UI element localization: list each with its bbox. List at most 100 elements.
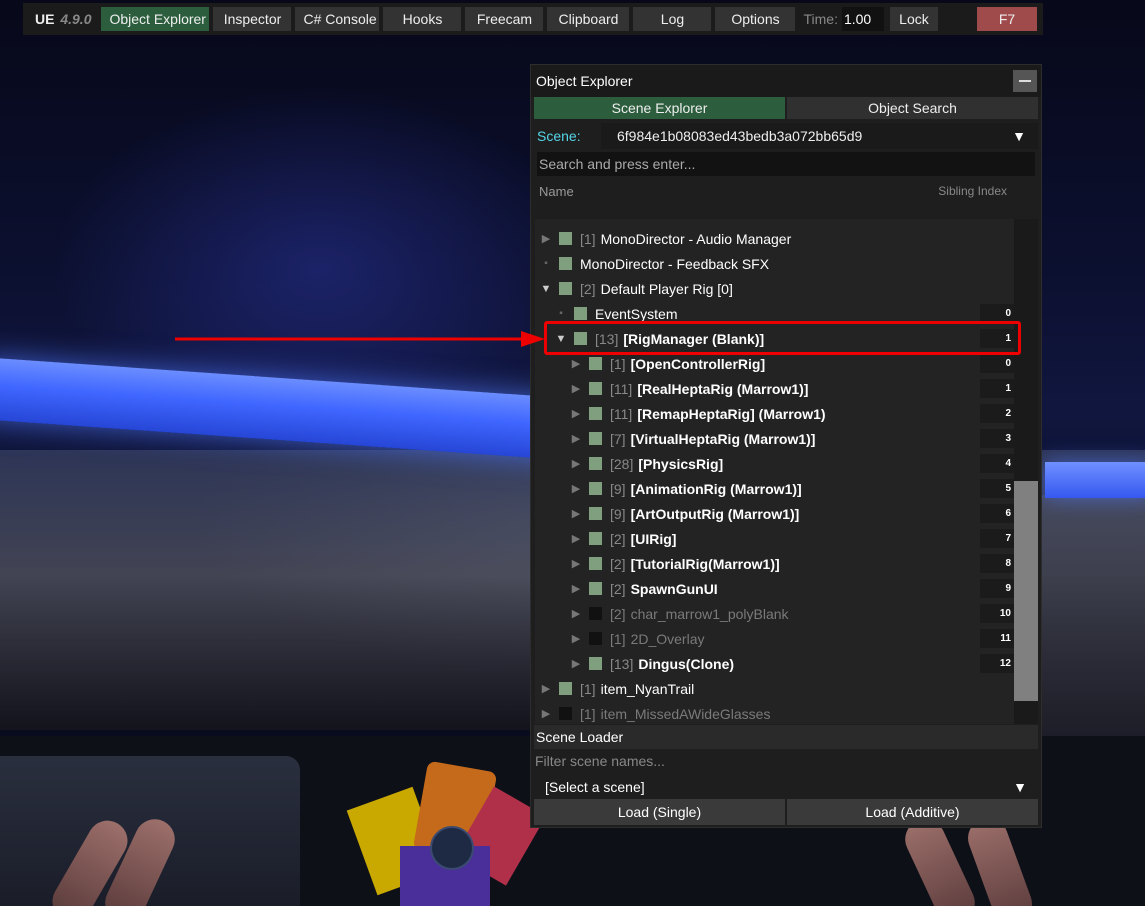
sibling-index-input[interactable]: 3	[980, 429, 1014, 448]
collapsed-arrow-icon[interactable]: ▶	[539, 682, 553, 695]
object-name-label: [PhysicsRig]	[638, 455, 724, 472]
collapsed-arrow-icon[interactable]: ▶	[569, 457, 583, 470]
object-name-label: SpawnGunUI	[630, 580, 718, 597]
active-toggle-checkbox[interactable]	[574, 307, 587, 320]
load-additive-button[interactable]: Load (Additive)	[787, 799, 1038, 825]
load-buttons: Load (Single) Load (Additive)	[534, 799, 1038, 825]
active-toggle-checkbox[interactable]	[589, 557, 602, 570]
collapsed-arrow-icon[interactable]: ▶	[539, 707, 553, 720]
active-toggle-checkbox[interactable]	[589, 632, 602, 645]
tree-row[interactable]: ▶ [9] [ArtOutputRig (Marrow1)] 6	[535, 501, 1014, 526]
tree-row[interactable]: ▶ [2] char_marrow1_polyBlank 10	[535, 601, 1014, 626]
tab-object-search[interactable]: Object Search	[787, 97, 1038, 119]
nav-object-explorer-button[interactable]: Object Explorer	[101, 7, 210, 31]
hierarchy-tree: ▶ [1] MonoDirector - Audio Manager ▪ MonoDir…	[535, 219, 1038, 724]
sibling-index-input[interactable]: 7	[980, 529, 1014, 548]
tree-row[interactable]: ▶ [1] MonoDirector - Audio Manager	[535, 226, 1014, 251]
active-toggle-checkbox[interactable]	[589, 607, 602, 620]
active-toggle-checkbox[interactable]	[589, 532, 602, 545]
collapsed-arrow-icon[interactable]: ▶	[539, 232, 553, 245]
sibling-index-input[interactable]: 10	[980, 604, 1014, 623]
collapsed-arrow-icon[interactable]: ▶	[569, 357, 583, 370]
active-toggle-checkbox[interactable]	[589, 407, 602, 420]
collapsed-arrow-icon[interactable]: ▶	[569, 657, 583, 670]
annotation-arrow-icon	[175, 331, 545, 347]
tree-row[interactable]: ▼ [2] Default Player Rig [0]	[535, 276, 1014, 301]
object-name-label: [TutorialRig(Marrow1)]	[630, 555, 780, 572]
sibling-index-input[interactable]: 2	[980, 404, 1014, 423]
nav-inspector-button[interactable]: Inspector	[213, 7, 292, 31]
active-toggle-checkbox[interactable]	[559, 232, 572, 245]
nav-hooks-button[interactable]: Hooks	[383, 7, 462, 31]
nav-csharp-console-button[interactable]: C# Console	[295, 7, 380, 31]
tree-row[interactable]: ▶ [2] SpawnGunUI 9	[535, 576, 1014, 601]
nav-log-button[interactable]: Log	[633, 7, 712, 31]
active-toggle-checkbox[interactable]	[589, 657, 602, 670]
tree-row[interactable]: ▶ [7] [VirtualHeptaRig (Marrow1)] 3	[535, 426, 1014, 451]
collapsed-arrow-icon[interactable]: ▶	[569, 632, 583, 645]
child-count-label: [11]	[610, 380, 633, 397]
active-toggle-checkbox[interactable]	[559, 282, 572, 295]
sibling-index-input[interactable]: 4	[980, 454, 1014, 473]
collapsed-arrow-icon[interactable]: ▶	[569, 607, 583, 620]
active-toggle-checkbox[interactable]	[559, 707, 572, 720]
collapsed-arrow-icon[interactable]: ▶	[569, 557, 583, 570]
tree-row[interactable]: ▶ [9] [AnimationRig (Marrow1)] 5	[535, 476, 1014, 501]
tree-row[interactable]: ▪ MonoDirector - Feedback SFX	[535, 251, 1014, 276]
sibling-index-input[interactable]: 5	[980, 479, 1014, 498]
collapsed-arrow-icon[interactable]: ▶	[569, 582, 583, 595]
collapsed-arrow-icon[interactable]: ▶	[569, 532, 583, 545]
time-lock-button[interactable]: Lock	[889, 7, 938, 31]
tree-row[interactable]: ▶ [13] Dingus(Clone) 12	[535, 651, 1014, 676]
active-toggle-checkbox[interactable]	[589, 382, 602, 395]
collapsed-arrow-icon[interactable]: ▶	[569, 382, 583, 395]
panel-titlebar[interactable]: Object Explorer	[531, 65, 1041, 97]
sibling-index-input[interactable]: 11	[980, 629, 1014, 648]
collapsed-arrow-icon[interactable]: ▶	[569, 482, 583, 495]
active-toggle-checkbox[interactable]	[559, 682, 572, 695]
tree-scrollbar[interactable]	[1014, 219, 1038, 724]
collapsed-arrow-icon[interactable]: ▶	[569, 432, 583, 445]
tree-row[interactable]: ▶ [2] [UIRig] 7	[535, 526, 1014, 551]
nav-options-button[interactable]: Options	[715, 7, 796, 31]
sibling-index-input[interactable]: 8	[980, 554, 1014, 573]
tree-row[interactable]: ▶ [11] [RealHeptaRig (Marrow1)] 1	[535, 376, 1014, 401]
sibling-index-input[interactable]: 1	[980, 379, 1014, 398]
minimize-button[interactable]	[1013, 70, 1037, 92]
nav-freecam-button[interactable]: Freecam	[465, 7, 544, 31]
hierarchy-search-input[interactable]: Search and press enter...	[537, 152, 1035, 176]
scene-filter-input[interactable]: Filter scene names...	[535, 753, 665, 769]
sibling-index-input[interactable]: 6	[980, 504, 1014, 523]
active-toggle-checkbox[interactable]	[589, 357, 602, 370]
active-toggle-checkbox[interactable]	[559, 257, 572, 270]
scene-select-dropdown[interactable]: [Select a scene] ▼	[537, 775, 1037, 799]
load-single-button[interactable]: Load (Single)	[534, 799, 785, 825]
tree-row[interactable]: ▶ [1] 2D_Overlay 11	[535, 626, 1014, 651]
tree-row[interactable]: ▶ [1] item_MissedAWideGlasses	[535, 701, 1014, 724]
object-name-label: item_MissedAWideGlasses	[600, 705, 771, 722]
tree-row[interactable]: ▶ [1] item_NyanTrail	[535, 676, 1014, 701]
sibling-index-input[interactable]: 12	[980, 654, 1014, 673]
tree-scrollbar-thumb[interactable]	[1014, 481, 1038, 701]
toggle-ui-f7-button[interactable]: F7	[977, 7, 1037, 31]
active-toggle-checkbox[interactable]	[589, 582, 602, 595]
scene-dropdown[interactable]: 6f984e1b08083ed43bedb3a072bb65d9 ▼	[601, 123, 1038, 149]
sibling-index-input[interactable]: 9	[980, 579, 1014, 598]
tree-row[interactable]: ▶ [28] [PhysicsRig] 4	[535, 451, 1014, 476]
tab-scene-explorer[interactable]: Scene Explorer	[534, 97, 785, 119]
explorer-tabs: Scene Explorer Object Search	[531, 97, 1041, 119]
active-toggle-checkbox[interactable]	[589, 432, 602, 445]
panel-title: Object Explorer	[536, 73, 633, 89]
nav-clipboard-button[interactable]: Clipboard	[547, 7, 630, 31]
object-name-label: item_NyanTrail	[600, 680, 695, 697]
active-toggle-checkbox[interactable]	[589, 507, 602, 520]
collapsed-arrow-icon[interactable]: ▶	[569, 507, 583, 520]
active-toggle-checkbox[interactable]	[589, 457, 602, 470]
tree-row[interactable]: ▶ [11] [RemapHeptaRig] (Marrow1) 2	[535, 401, 1014, 426]
expanded-arrow-icon[interactable]: ▼	[539, 283, 553, 295]
sibling-index-input[interactable]: 0	[980, 354, 1014, 373]
active-toggle-checkbox[interactable]	[589, 482, 602, 495]
tree-row[interactable]: ▶ [2] [TutorialRig(Marrow1)] 8	[535, 551, 1014, 576]
collapsed-arrow-icon[interactable]: ▶	[569, 407, 583, 420]
time-scale-input[interactable]: 1.00	[841, 7, 884, 31]
